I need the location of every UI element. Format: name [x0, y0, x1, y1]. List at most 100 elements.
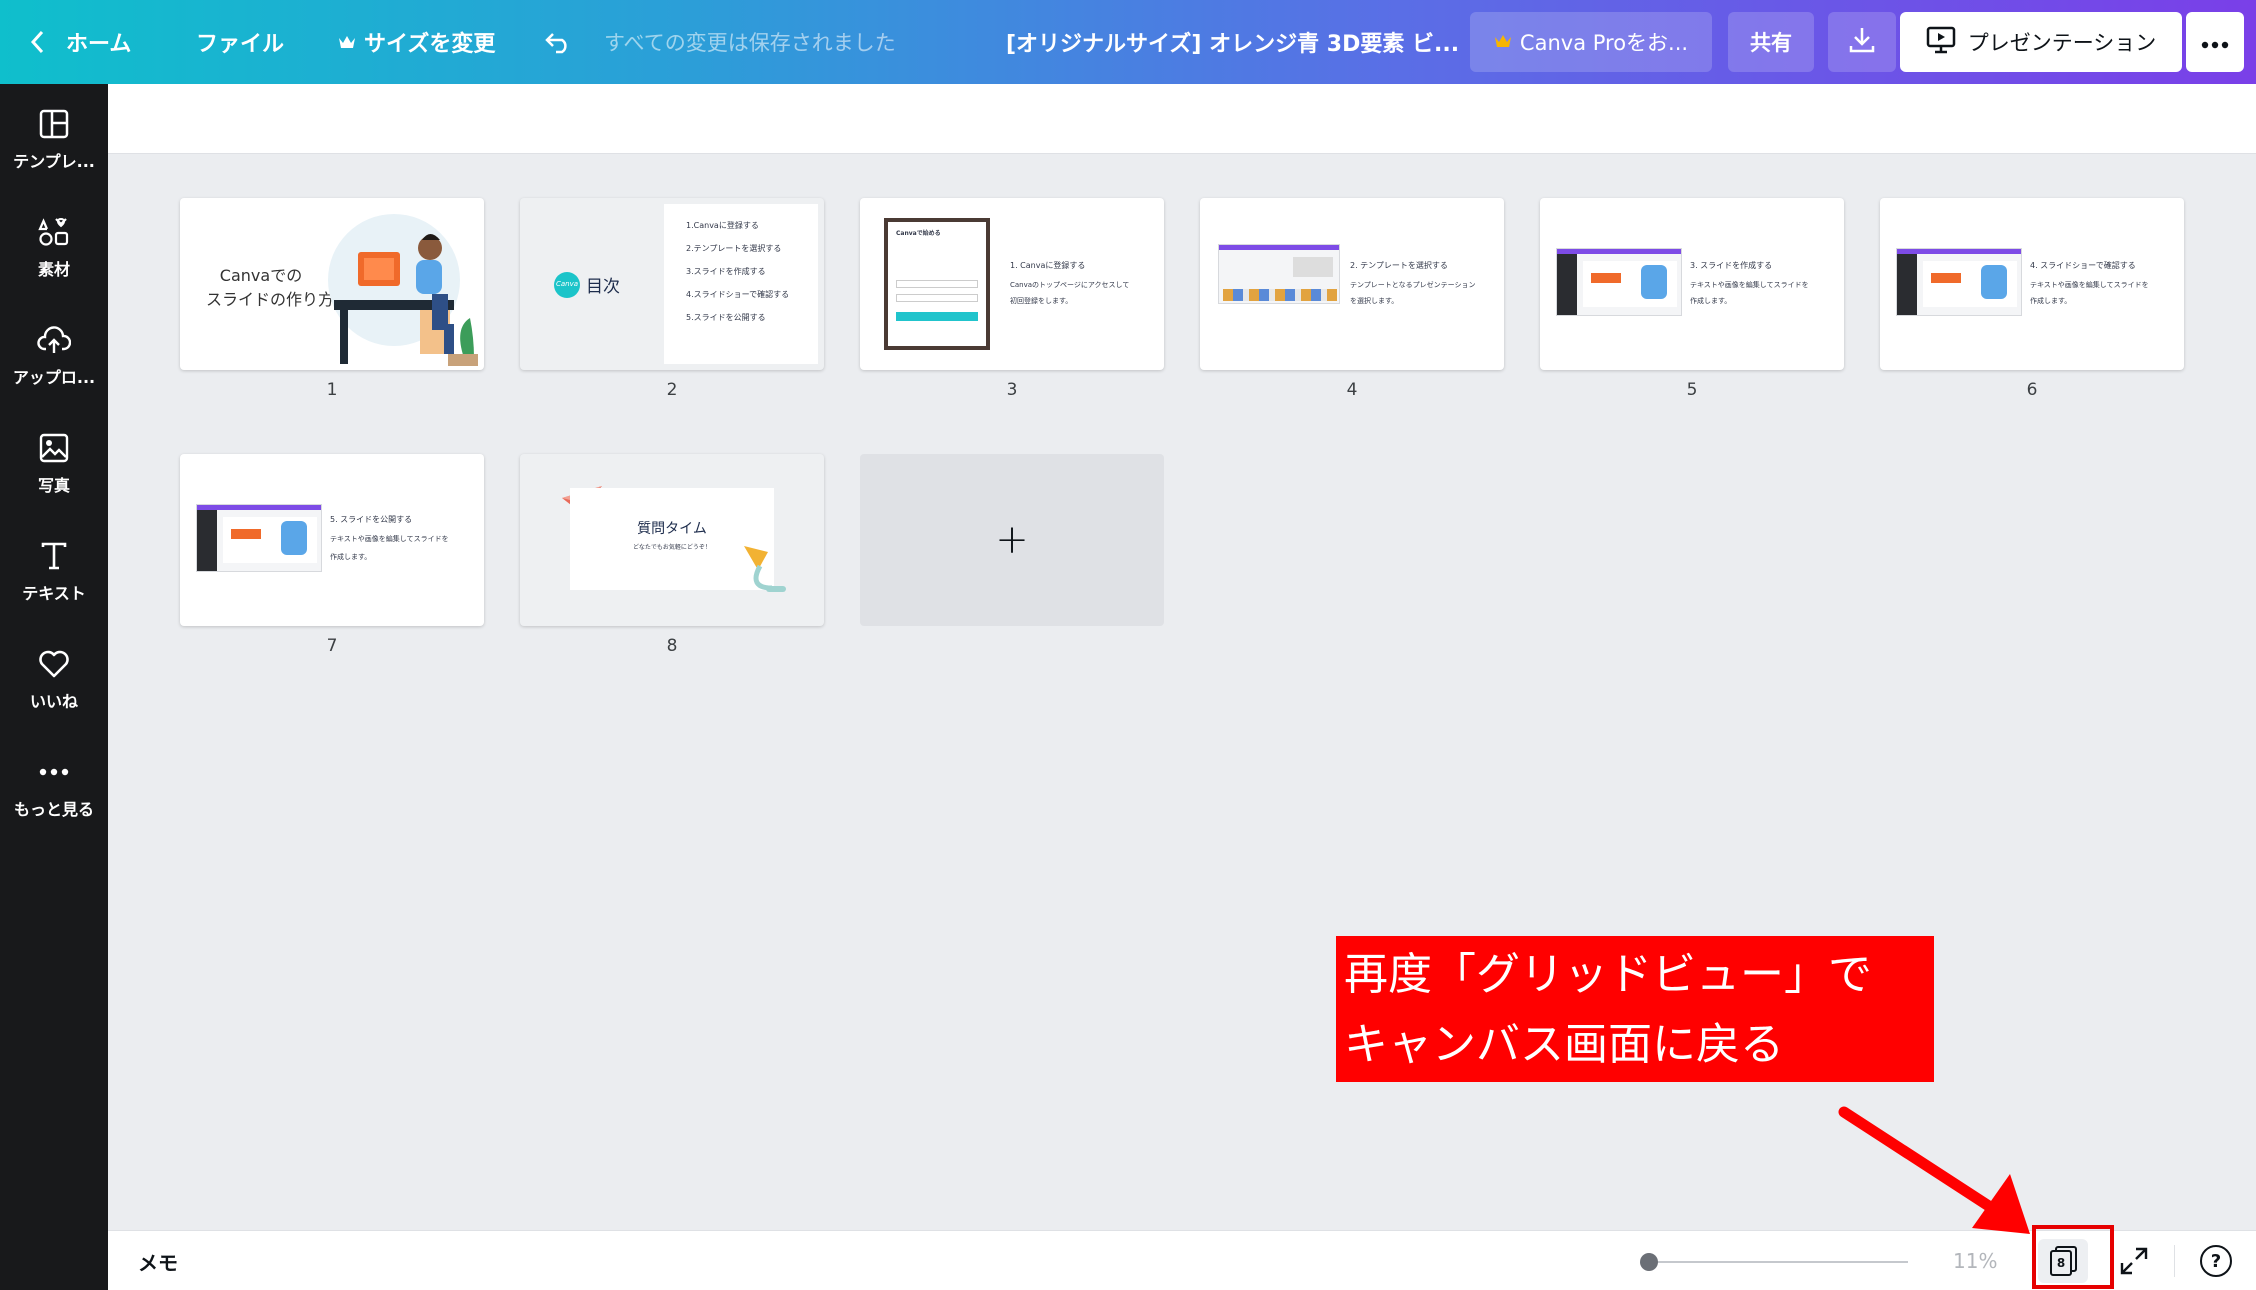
slide-body: 作成します。 — [1690, 297, 1732, 305]
annotation-callout: 再度「グリッドビュー」で キャンバス画面に戻る — [1336, 936, 1934, 1082]
sidebar-item-likes[interactable]: いいね — [0, 632, 108, 732]
toc-item: 3.スライドを作成する — [686, 267, 766, 276]
present-label: プレゼンテーション — [1967, 31, 2157, 55]
toc-item: 4.スライドショーで確認する — [686, 290, 790, 299]
slide-heading: 質問タイム — [637, 521, 707, 537]
slide-body: テキストや画像を編集してスライドを — [330, 535, 449, 543]
elements-icon — [36, 214, 72, 250]
slide-title-line: スライドの作り方 — [206, 290, 335, 309]
slide-heading: 4. スライドショーで確認する — [2030, 261, 2136, 270]
slide-thumbnail-5[interactable]: 3. スライドを作成する テキストや画像を編集してスライドを 作成します。 — [1540, 198, 1844, 370]
template-icon — [36, 106, 72, 142]
help-button[interactable]: ? — [2200, 1245, 2232, 1277]
signup-screenshot: Canvaで始める — [884, 218, 990, 350]
panel-title: Canvaで始める — [896, 230, 941, 237]
slide-body: Canvaのトップページにアクセスして — [1010, 281, 1130, 289]
canva-pro-button[interactable]: Canva Proをお... — [1470, 12, 1712, 72]
slide-heading: 2. テンプレートを選択する — [1350, 261, 1448, 270]
sidebar-item-label: もっと見る — [13, 800, 94, 819]
slide-number: 8 — [666, 636, 678, 656]
save-status: すべての変更は保存されました — [604, 31, 896, 55]
callout-line: 再度「グリッドビュー」で — [1344, 949, 1872, 1000]
top-bar: ホーム ファイル サイズを変更 すべての変更は保存されました [オリジナルサイズ… — [0, 0, 2256, 84]
callout-line: キャンバス画面に戻る — [1344, 1019, 1784, 1070]
canva-logo: Canva — [554, 272, 580, 298]
editor-screenshot — [196, 504, 322, 572]
sidebar-item-elements[interactable]: 素材 — [0, 200, 108, 300]
sidebar-item-label: テキスト — [22, 584, 86, 603]
template-screenshot — [1218, 244, 1340, 304]
download-icon — [1849, 26, 1875, 59]
sidebar-item-label: 写真 — [37, 476, 70, 495]
person-at-desk-illustration — [328, 214, 478, 366]
sidebar-item-text[interactable]: テキスト — [0, 524, 108, 624]
slide-body: 作成します。 — [2030, 297, 2072, 305]
text-icon — [36, 538, 72, 574]
sidebar-item-label: アップロ... — [12, 368, 96, 387]
sidebar-item-uploads[interactable]: アップロ... — [0, 308, 108, 408]
slide-heading: 1. Canvaに登録する — [1010, 261, 1086, 270]
desk-lamp-illustration — [744, 546, 786, 592]
toc-item: 1.Canvaに登録する — [686, 221, 759, 230]
slide-thumbnail-7[interactable]: 5. スライドを公開する テキストや画像を編集してスライドを 作成します。 — [180, 454, 484, 626]
resize-label: サイズを変更 — [364, 32, 496, 57]
notes-button[interactable]: メモ — [138, 1231, 178, 1290]
slide-thumbnail-8[interactable]: 質問タイム どなたでもお気軽にどうぞ！ — [520, 454, 824, 626]
slide-number: 1 — [326, 380, 338, 400]
slide-title-line: Canvaでの — [219, 266, 303, 285]
add-page-button[interactable]: + — [860, 454, 1164, 626]
slide-heading: 5. スライドを公開する — [330, 515, 413, 524]
editor-screenshot — [1556, 248, 1682, 316]
slide-thumbnail-3[interactable]: Canvaで始める 1. Canvaに登録する Canvaのトップページにアクセ… — [860, 198, 1164, 370]
toc-item: 2.テンプレートを選択する — [686, 244, 782, 253]
slide-number: 2 — [666, 380, 678, 400]
sidebar-item-label: テンプレ... — [13, 152, 95, 171]
slide-body: テキストや画像を編集してスライドを — [1690, 281, 1809, 289]
download-button[interactable] — [1828, 12, 1896, 72]
zoom-slider-handle[interactable] — [1640, 1253, 1658, 1271]
sidebar-item-templates[interactable]: テンプレ... — [0, 92, 108, 192]
more-icon — [36, 754, 72, 790]
annotation-arrow-icon — [1838, 1106, 2030, 1234]
file-menu[interactable]: ファイル — [196, 0, 284, 84]
undo-icon — [544, 30, 574, 54]
chevron-left-icon — [30, 30, 44, 54]
slide-body: テンプレートとなるプレゼンテーション — [1350, 281, 1476, 289]
home-label: ホーム — [66, 32, 132, 57]
upload-icon — [36, 322, 72, 358]
resize-button[interactable]: サイズを変更 — [338, 0, 495, 84]
sidebar-item-photos[interactable]: 写真 — [0, 416, 108, 516]
slide-number: 7 — [326, 636, 338, 656]
crown-icon — [338, 34, 356, 50]
photo-icon — [36, 430, 72, 466]
zoom-slider-track[interactable] — [1648, 1261, 1908, 1263]
sidebar-item-label: 素材 — [37, 260, 70, 279]
toc-item: 5.スライドを公開する — [686, 313, 766, 322]
share-button[interactable]: 共有 — [1728, 12, 1814, 72]
slide-thumbnail-4[interactable]: 2. テンプレートを選択する テンプレートとなるプレゼンテーション を選択します… — [1200, 198, 1504, 370]
slide-heading: 目次 — [586, 277, 620, 297]
document-title[interactable]: [オリジナルサイズ] オレンジ青 3D要素 ビ... — [1006, 0, 1459, 84]
slide-body: テキストや画像を編集してスライドを — [2030, 281, 2149, 289]
slide-thumbnail-1[interactable]: Canvaでの スライドの作り方 — [180, 198, 484, 370]
more-options-button[interactable] — [2186, 12, 2244, 72]
slide-number: 5 — [1686, 380, 1698, 400]
crown-icon — [1494, 30, 1512, 54]
slide-thumbnail-2[interactable]: Canva 目次 1.Canvaに登録する 2.テンプレートを選択する 3.スラ… — [520, 198, 824, 370]
slide-body: 初回登録をします。 — [1010, 297, 1073, 305]
slide-number: 4 — [1346, 380, 1358, 400]
undo-button[interactable] — [544, 0, 574, 84]
home-button[interactable]: ホーム — [30, 0, 131, 84]
sidebar-item-label: いいね — [29, 692, 78, 711]
sidebar-item-more[interactable]: もっと見る — [0, 740, 108, 840]
presentation-icon — [1926, 26, 1956, 59]
more-horizontal-icon — [2201, 30, 2229, 54]
present-button[interactable]: プレゼンテーション — [1900, 12, 2182, 72]
slide-body: を選択します。 — [1350, 297, 1399, 305]
slide-number: 6 — [2026, 380, 2038, 400]
fullscreen-button[interactable] — [2118, 1245, 2150, 1277]
heart-icon — [36, 646, 72, 682]
slide-body: 作成します。 — [330, 553, 372, 561]
plus-icon: + — [995, 517, 1029, 563]
slide-thumbnail-6[interactable]: 4. スライドショーで確認する テキストや画像を編集してスライドを 作成します。 — [1880, 198, 2184, 370]
